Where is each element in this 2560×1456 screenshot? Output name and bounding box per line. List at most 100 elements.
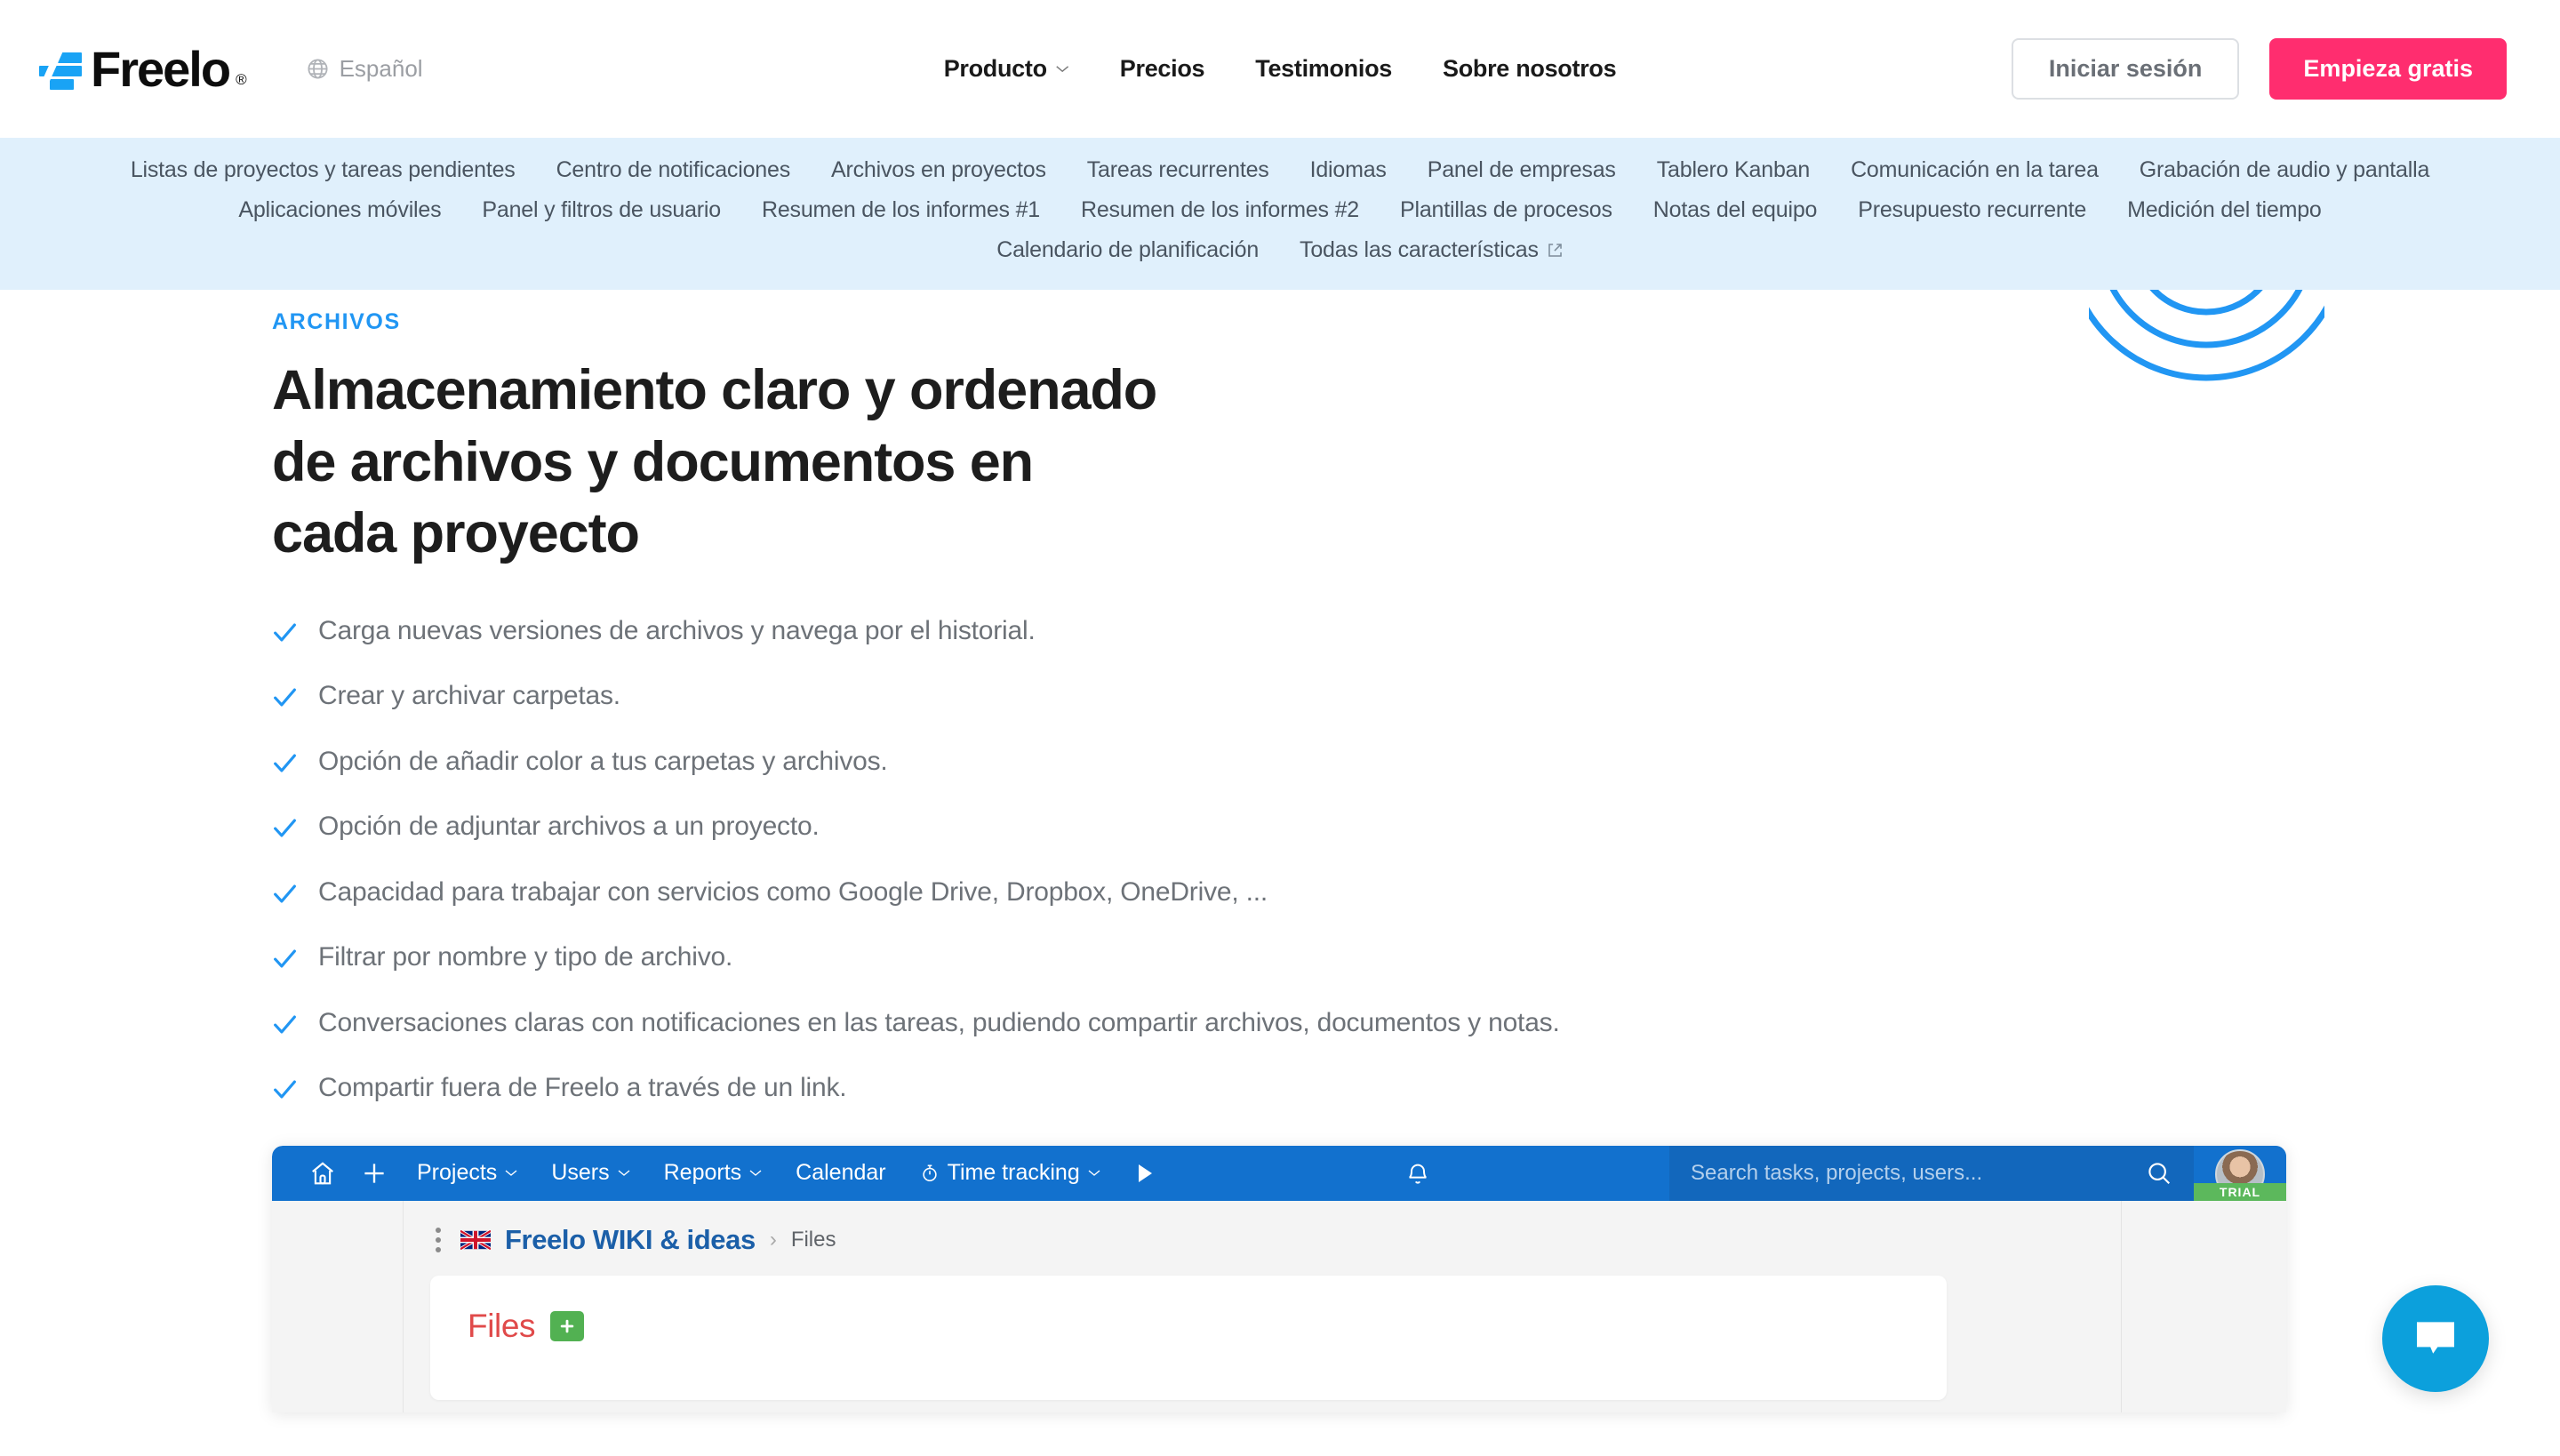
check-icon xyxy=(274,884,296,903)
subnav-link-reports-summary-1[interactable]: Resumen de los informes #1 xyxy=(741,190,1060,230)
subnav-link-all-features-label: Todas las características xyxy=(1300,237,1539,262)
breadcrumb-current: Files xyxy=(790,1227,836,1252)
subnav-row-3: Calendario de planificación Todas las ca… xyxy=(53,230,2507,270)
subnav-link-kanban-board[interactable]: Tablero Kanban xyxy=(1636,150,1830,190)
chat-widget-button[interactable] xyxy=(2382,1285,2489,1392)
subnav-link-languages[interactable]: Idiomas xyxy=(1290,150,1407,190)
login-button[interactable]: Iniciar sesión xyxy=(2011,38,2240,100)
feature-item: Opción de adjuntar archivos a un proyect… xyxy=(272,812,2560,843)
app-body: Freelo WIKI & ideas › Files Files xyxy=(272,1200,2286,1412)
chat-bubble-icon xyxy=(2417,1322,2454,1354)
files-title-row: Files xyxy=(468,1308,1947,1345)
feature-subnav: Listas de proyectos y tareas pendientes … xyxy=(0,138,2560,290)
toolbar-reports[interactable]: Reports xyxy=(647,1160,780,1186)
toolbar-label: Projects xyxy=(417,1160,498,1186)
feature-item: Crear y archivar carpetas. xyxy=(272,681,2560,712)
feature-item: Conversaciones claras con notificaciones… xyxy=(272,1008,2560,1039)
hero-section: ARCHIVOS Almacenamiento claro y ordenado… xyxy=(0,250,2560,1104)
bell-icon xyxy=(1409,1164,1427,1184)
breadcrumb-separator: › xyxy=(769,1227,777,1252)
check-icon xyxy=(274,819,296,837)
feature-label: Capacidad para trabajar con servicios co… xyxy=(318,876,1268,907)
toolbar-calendar[interactable]: Calendar xyxy=(779,1160,902,1186)
breadcrumb-project[interactable]: Freelo WIKI & ideas xyxy=(505,1224,756,1256)
toolbar-label: Calendar xyxy=(796,1160,886,1186)
site-header: Freelo ® Español Producto Precios Testim… xyxy=(0,0,2560,138)
home-icon[interactable] xyxy=(297,1160,348,1187)
subnav-link-mobile-apps[interactable]: Aplicaciones móviles xyxy=(218,190,461,230)
kebab-menu-icon[interactable] xyxy=(430,1226,446,1254)
logo-wordmark: Freelo xyxy=(91,40,231,97)
notifications-button[interactable] xyxy=(1388,1161,1453,1186)
subnav-link-recurring-tasks[interactable]: Tareas recurrentes xyxy=(1067,150,1290,190)
subnav-link-files-in-projects[interactable]: Archivos en proyectos xyxy=(811,150,1067,190)
search-input[interactable] xyxy=(1691,1160,2146,1186)
subnav-link-project-lists[interactable]: Listas de proyectos y tareas pendientes xyxy=(110,150,536,190)
app-left-sidebar xyxy=(272,1200,404,1412)
chevron-down-icon xyxy=(1056,66,1069,73)
check-icon xyxy=(274,623,296,642)
start-free-button[interactable]: Empieza gratis xyxy=(2269,38,2507,100)
chevron-down-icon xyxy=(1088,1170,1100,1177)
subnav-link-notification-center[interactable]: Centro de notificaciones xyxy=(536,150,811,190)
chevron-down-icon xyxy=(749,1170,762,1177)
check-icon xyxy=(274,949,296,968)
plus-icon xyxy=(560,1319,574,1333)
external-link-icon xyxy=(1548,244,1562,257)
feature-item: Capacidad para trabajar con servicios co… xyxy=(272,877,2560,908)
check-icon xyxy=(274,688,296,707)
feature-label: Compartir fuera de Freelo a través de un… xyxy=(318,1073,847,1103)
app-search-box[interactable] xyxy=(1669,1145,2194,1201)
subnav-link-team-notes[interactable]: Notas del equipo xyxy=(1633,190,1837,230)
toolbar-time-tracking[interactable]: Time tracking xyxy=(903,1160,1117,1186)
subnav-link-process-templates[interactable]: Plantillas de procesos xyxy=(1380,190,1633,230)
logo-registered-mark: ® xyxy=(236,70,247,88)
subnav-link-company-panel[interactable]: Panel de empresas xyxy=(1407,150,1636,190)
subnav-link-audio-screen-recording[interactable]: Grabación de audio y pantalla xyxy=(2119,150,2450,190)
app-screenshot-preview: Projects Users Reports Calendar Time tra… xyxy=(272,1145,2286,1412)
feature-label: Filtrar por nombre y tipo de archivo. xyxy=(318,942,733,972)
user-avatar-area[interactable]: TRIAL xyxy=(2194,1145,2286,1201)
freelo-logo[interactable]: Freelo ® xyxy=(37,40,247,97)
freelo-logo-icon xyxy=(37,46,85,93)
check-icon xyxy=(274,1015,296,1034)
feature-item: Opción de añadir color a tus carpetas y … xyxy=(272,747,2560,778)
nav-label: Producto xyxy=(943,55,1047,82)
add-icon[interactable] xyxy=(348,1160,400,1187)
check-icon xyxy=(274,754,296,772)
subnav-link-planning-calendar[interactable]: Calendario de planificación xyxy=(976,230,1279,270)
subnav-link-recurring-budget[interactable]: Presupuesto recurrente xyxy=(1837,190,2107,230)
subnav-row-2: Aplicaciones móviles Panel y filtros de … xyxy=(53,190,2507,230)
subnav-row-1: Listas de proyectos y tareas pendientes … xyxy=(53,150,2507,190)
files-heading: Files xyxy=(468,1307,536,1344)
nav-item-precios[interactable]: Precios xyxy=(1120,55,1205,83)
search-icon[interactable] xyxy=(2146,1160,2172,1187)
toolbar-users[interactable]: Users xyxy=(534,1160,646,1186)
feature-label: Opción de añadir color a tus carpetas y … xyxy=(318,746,888,776)
app-toolbar: Projects Users Reports Calendar Time tra… xyxy=(272,1145,2286,1201)
nav-item-producto[interactable]: Producto xyxy=(944,55,1069,83)
page-title: Almacenamiento claro y ordenado de archi… xyxy=(272,359,1157,565)
subnav-link-user-panel-filters[interactable]: Panel y filtros de usuario xyxy=(461,190,741,230)
subnav-link-task-communication[interactable]: Comunicación en la tarea xyxy=(1830,150,2119,190)
add-file-button[interactable] xyxy=(550,1310,585,1341)
header-actions: Iniciar sesión Empieza gratis xyxy=(2011,38,2507,100)
hero-eyebrow: ARCHIVOS xyxy=(272,309,401,334)
subnav-link-time-measurement[interactable]: Medición del tiempo xyxy=(2107,190,2342,230)
feature-item: Compartir fuera de Freelo a través de un… xyxy=(272,1073,2560,1104)
play-timer-button[interactable] xyxy=(1117,1162,1172,1185)
language-label: Español xyxy=(339,55,423,82)
toolbar-projects[interactable]: Projects xyxy=(400,1160,534,1186)
subnav-link-all-features[interactable]: Todas las características xyxy=(1279,230,1584,270)
toolbar-label: Users xyxy=(551,1160,610,1186)
chevron-down-icon xyxy=(618,1170,630,1177)
language-switcher[interactable]: Español xyxy=(306,55,423,83)
feature-list: Carga nuevas versiones de archivos y nav… xyxy=(272,616,2560,1104)
nav-item-testimonios[interactable]: Testimonios xyxy=(1255,55,1392,83)
primary-nav: Producto Precios Testimonios Sobre nosot… xyxy=(944,55,1617,83)
feature-label: Carga nuevas versiones de archivos y nav… xyxy=(318,615,1036,645)
app-right-rail xyxy=(2121,1200,2286,1412)
nav-item-sobre-nosotros[interactable]: Sobre nosotros xyxy=(1443,55,1617,83)
check-icon xyxy=(274,1080,296,1099)
subnav-link-reports-summary-2[interactable]: Resumen de los informes #2 xyxy=(1060,190,1380,230)
